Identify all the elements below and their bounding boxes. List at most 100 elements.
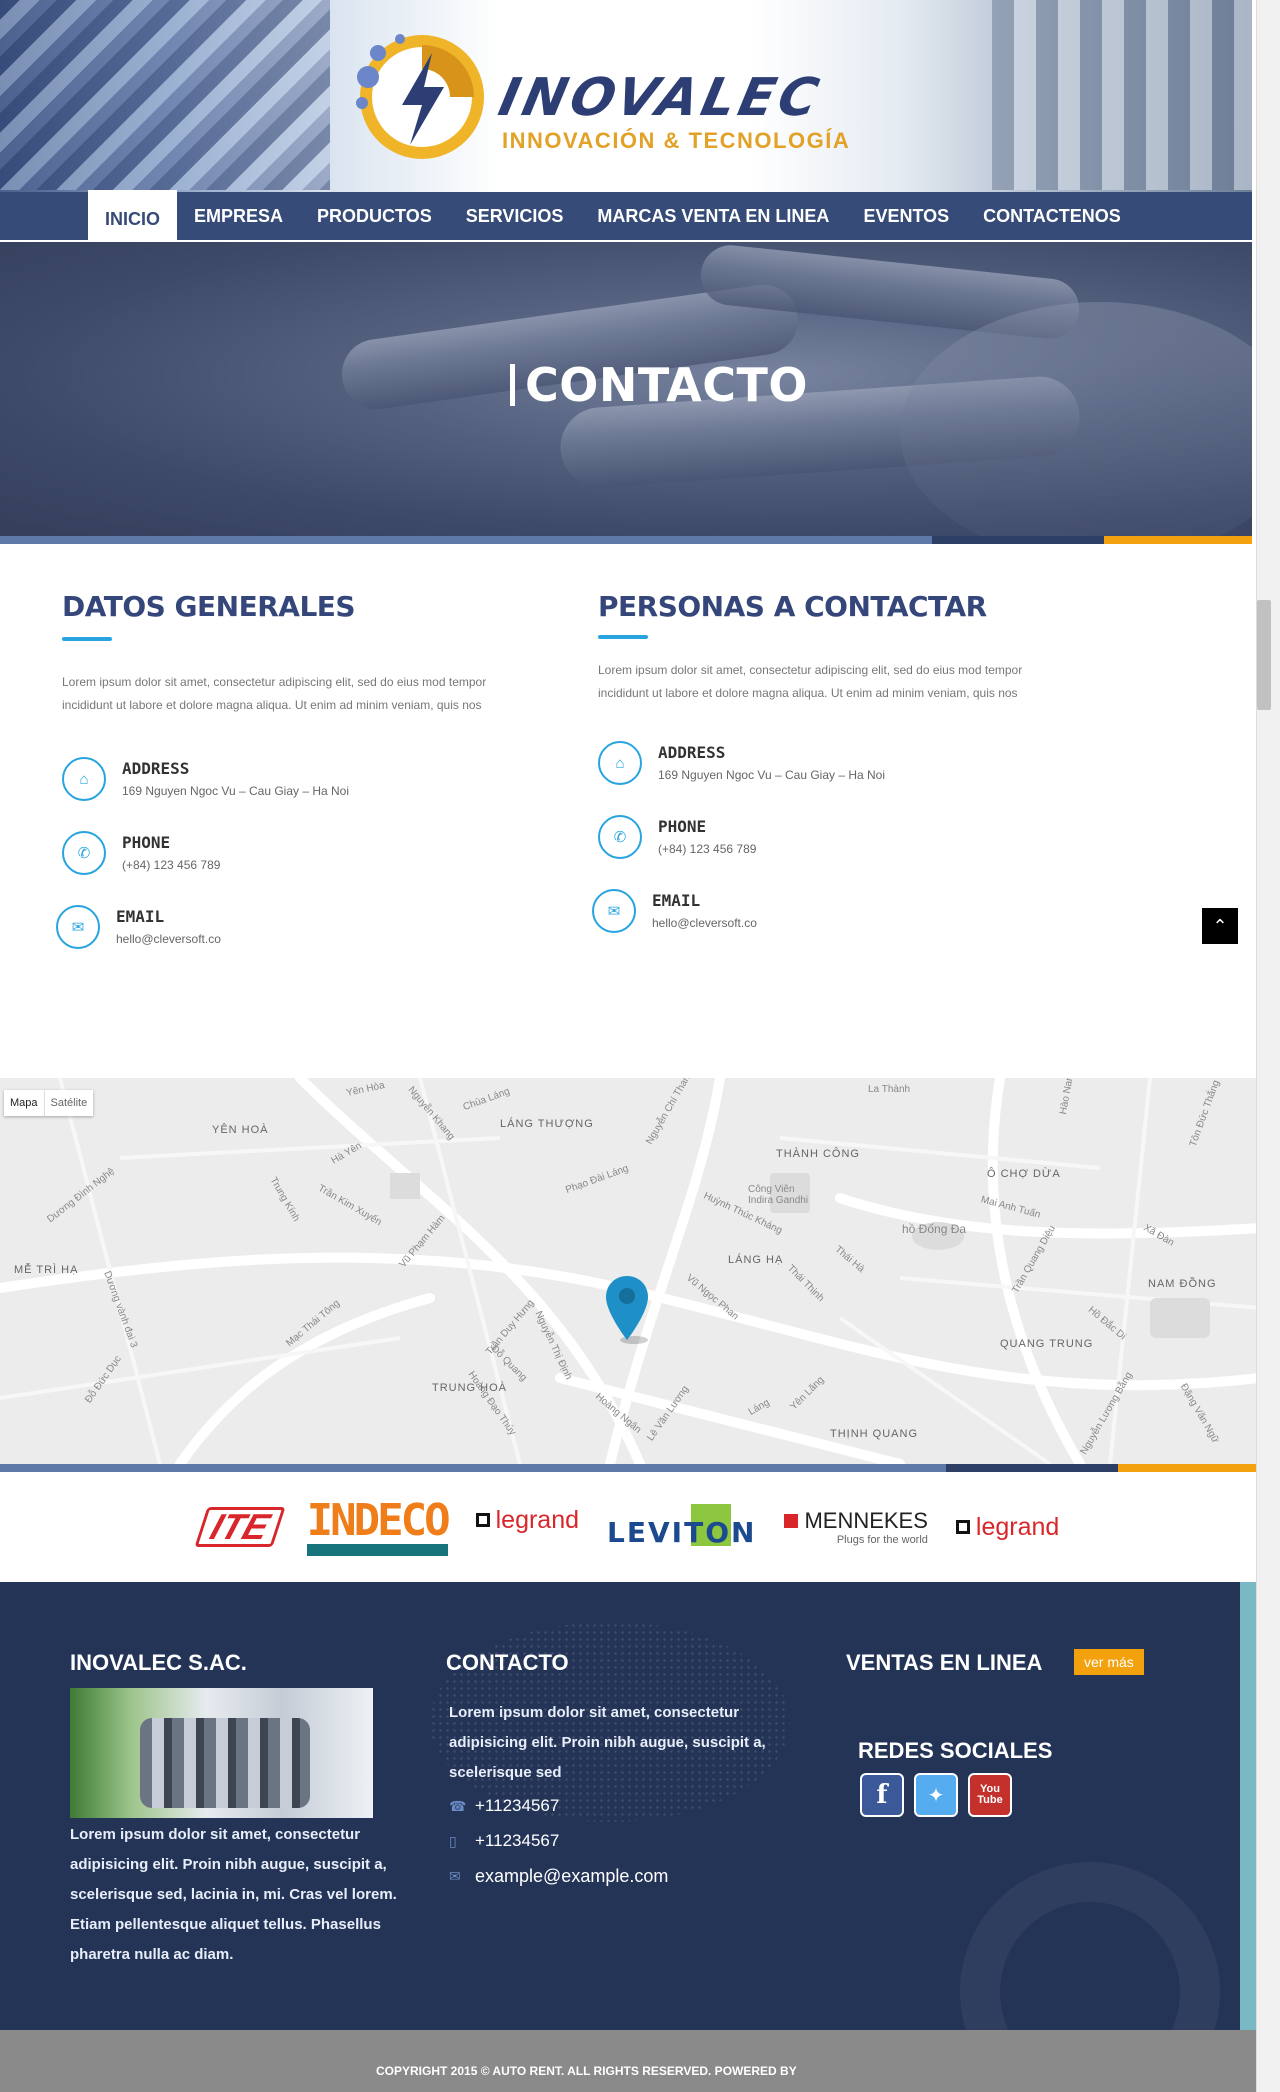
brand-logo-text: INDECO: [306, 1495, 451, 1546]
footer-email[interactable]: example@example.com: [475, 1866, 668, 1887]
brand-tagline: INNOVACIÓN & TECNOLOGÍA: [502, 128, 851, 153]
personas-contactar-section: PERSONAS A CONTACTAR Lorem ipsum dolor s…: [592, 590, 1078, 933]
phone-value: (+84) 123 456 789: [658, 842, 757, 856]
watermark-logo-icon: [960, 1862, 1220, 2030]
lightning-logo-icon: [356, 34, 484, 159]
address-value: 169 Nguyen Ngoc Vu – Cau Giay – Ha Noi: [658, 768, 886, 782]
personas-contactar-title: PERSONAS A CONTACTAR: [598, 590, 987, 623]
email-value[interactable]: hello@cleversoft.co: [116, 932, 221, 946]
map-pin-icon[interactable]: [604, 1274, 650, 1346]
phone-icon: ✆: [598, 815, 642, 859]
map-type-satellite-button[interactable]: Satélite: [43, 1090, 94, 1116]
brand-logo-ite[interactable]: ITE: [194, 1506, 286, 1547]
color-strip-dark: [946, 1464, 1118, 1472]
footer-email-line: ✉ example@example.com: [449, 1866, 668, 1887]
brand-logo-legrand[interactable]: legrand: [475, 1505, 580, 1535]
footer-phone-line: ☎ +11234567: [449, 1796, 559, 1816]
map-district-label: LÁNG HẠ: [728, 1254, 784, 1266]
scrollbar-thumb[interactable]: [1257, 600, 1271, 710]
brand-logo-mennekes[interactable]: MENNEKES Plugs for the world: [784, 1508, 928, 1546]
footer-phone-2: +11234567: [475, 1831, 560, 1850]
map-district-label: THỊNH QUANG: [830, 1428, 918, 1440]
back-to-top-button[interactable]: ⌃: [1202, 908, 1238, 944]
brand-logo-text: LEVITON: [607, 1515, 757, 1549]
home-icon: ⌂: [598, 741, 642, 785]
email-item: ✉ EMAIL hello@cleversoft.co: [592, 889, 1078, 933]
map-street-label: hồ Đống Đa: [902, 1222, 967, 1236]
color-strip-blue: [0, 1464, 946, 1472]
footer-image-machine: [140, 1718, 310, 1808]
email-label: EMAIL: [652, 891, 701, 910]
map-type-map-button[interactable]: Mapa: [4, 1090, 44, 1116]
nav-item-contactenos[interactable]: CONTACTENOS: [966, 192, 1138, 240]
mobile-icon: ▯: [449, 1832, 457, 1849]
address-label: ADDRESS: [658, 743, 726, 762]
nav-item-inicio[interactable]: INICIO: [88, 190, 178, 242]
map-district-label: MỄ TRÌ HẠ: [14, 1264, 79, 1276]
youtube-icon[interactable]: You Tube: [968, 1773, 1012, 1817]
footer-mobile-line: ▯ +11234567: [449, 1831, 559, 1851]
email-value[interactable]: hello@cleversoft.co: [652, 916, 757, 930]
footer-phone-1: +11234567: [475, 1796, 560, 1815]
envelope-icon: ✉: [449, 1868, 461, 1884]
personas-intro-text: Lorem ipsum dolor sit amet, consectetur …: [598, 663, 1023, 700]
brand-logo-legrand-2[interactable]: legrand: [955, 1512, 1060, 1542]
legrand-square-icon: [955, 1520, 970, 1534]
nav-item-empresa[interactable]: EMPRESA: [177, 192, 300, 240]
footer-contact-title: CONTACTO: [446, 1650, 569, 1675]
map-district-label: QUANG TRUNG: [1000, 1338, 1094, 1350]
nav-item-eventos[interactable]: EVENTOS: [846, 192, 966, 240]
twitter-icon[interactable]: ✦: [914, 1773, 958, 1817]
phone-label: PHONE: [658, 817, 707, 836]
datos-generales-title: DATOS GENERALES: [62, 590, 356, 623]
map-type-toggle: Mapa Satélite: [4, 1090, 94, 1116]
title-underline: [598, 635, 648, 639]
footer-accent-bar: [1240, 1582, 1256, 2030]
phone-item: ✆ PHONE (+84) 123 456 789: [62, 831, 542, 875]
envelope-icon: ✉: [592, 889, 636, 933]
nav-item-marcas-venta-en-linea[interactable]: MARCAS VENTA EN LINEA: [580, 192, 846, 240]
footer-ventas-title: VENTAS EN LINEA: [846, 1650, 1043, 1675]
phone-icon: ☎: [449, 1797, 467, 1814]
mennekes-logo-row: MENNEKES: [784, 1508, 928, 1534]
envelope-icon: ✉: [56, 905, 100, 949]
phone-value: (+84) 123 456 789: [122, 858, 221, 872]
page-title-text: CONTACTO: [525, 358, 809, 412]
map-street-label: Công Viên Indira Gandhi: [748, 1184, 809, 1206]
location-map[interactable]: Mapa Satélite YÊN HOÀ LÁNG THƯỢNG THÀNH …: [0, 1078, 1260, 1464]
address-label: ADDRESS: [122, 759, 190, 778]
copyright-text: COPYRIGHT 2015 © AUTO RENT. ALL RIGHTS R…: [376, 2064, 797, 2078]
color-strip-orange: [1104, 536, 1252, 544]
facebook-icon[interactable]: f: [860, 1773, 904, 1817]
map-streets-layer: [0, 1078, 1260, 1464]
ver-mas-button[interactable]: ver más: [1074, 1649, 1144, 1675]
nav-item-productos[interactable]: PRODUCTOS: [300, 192, 449, 240]
email-item: ✉ EMAIL hello@cleversoft.co: [56, 905, 542, 949]
brand-logos-row: ITE INDECO legrand LEVITON MENNEKES Plug…: [0, 1472, 1260, 1582]
home-icon: ⌂: [62, 757, 106, 801]
phone-icon: ✆: [62, 831, 106, 875]
brand-logo-text: legrand: [975, 1512, 1060, 1541]
color-strip-blue: [0, 536, 932, 544]
map-district-label: YÊN HOÀ: [212, 1124, 269, 1136]
header-machinery-left: [0, 0, 330, 190]
map-district-label: LÁNG THƯỢNG: [500, 1118, 594, 1130]
chevron-up-icon: ⌃: [1212, 915, 1228, 936]
footer-company-title: INOVALEC S.AC.: [70, 1650, 247, 1675]
brand-logo-text: legrand: [495, 1505, 580, 1534]
title-underline: [62, 637, 112, 641]
brand-logo-leviton[interactable]: LEVITON: [607, 1503, 757, 1549]
brand-logo-indeco[interactable]: INDECO: [306, 1495, 451, 1556]
nav-item-servicios[interactable]: SERVICIOS: [449, 192, 581, 240]
page-scrollbar[interactable]: [1256, 0, 1280, 2092]
phone-label: PHONE: [122, 833, 171, 852]
email-label: EMAIL: [116, 907, 165, 926]
address-item: ⌂ ADDRESS 169 Nguyen Ngoc Vu – Cau Giay …: [598, 741, 1078, 785]
footer-redes-title: REDES SOCIALES: [858, 1738, 1053, 1763]
color-strip-dark: [932, 536, 1104, 544]
footer-contact-text: Lorem ipsum dolor sit amet, consectetur …: [449, 1704, 766, 1781]
footer-company-image: [70, 1688, 373, 1818]
site-logo[interactable]: INOVALEC INNOVACIÓN & TECNOLOGÍA: [340, 20, 900, 170]
datos-generales-section: DATOS GENERALES Lorem ipsum dolor sit am…: [56, 590, 542, 949]
address-value: 169 Nguyen Ngoc Vu – Cau Giay – Ha Noi: [122, 784, 350, 798]
